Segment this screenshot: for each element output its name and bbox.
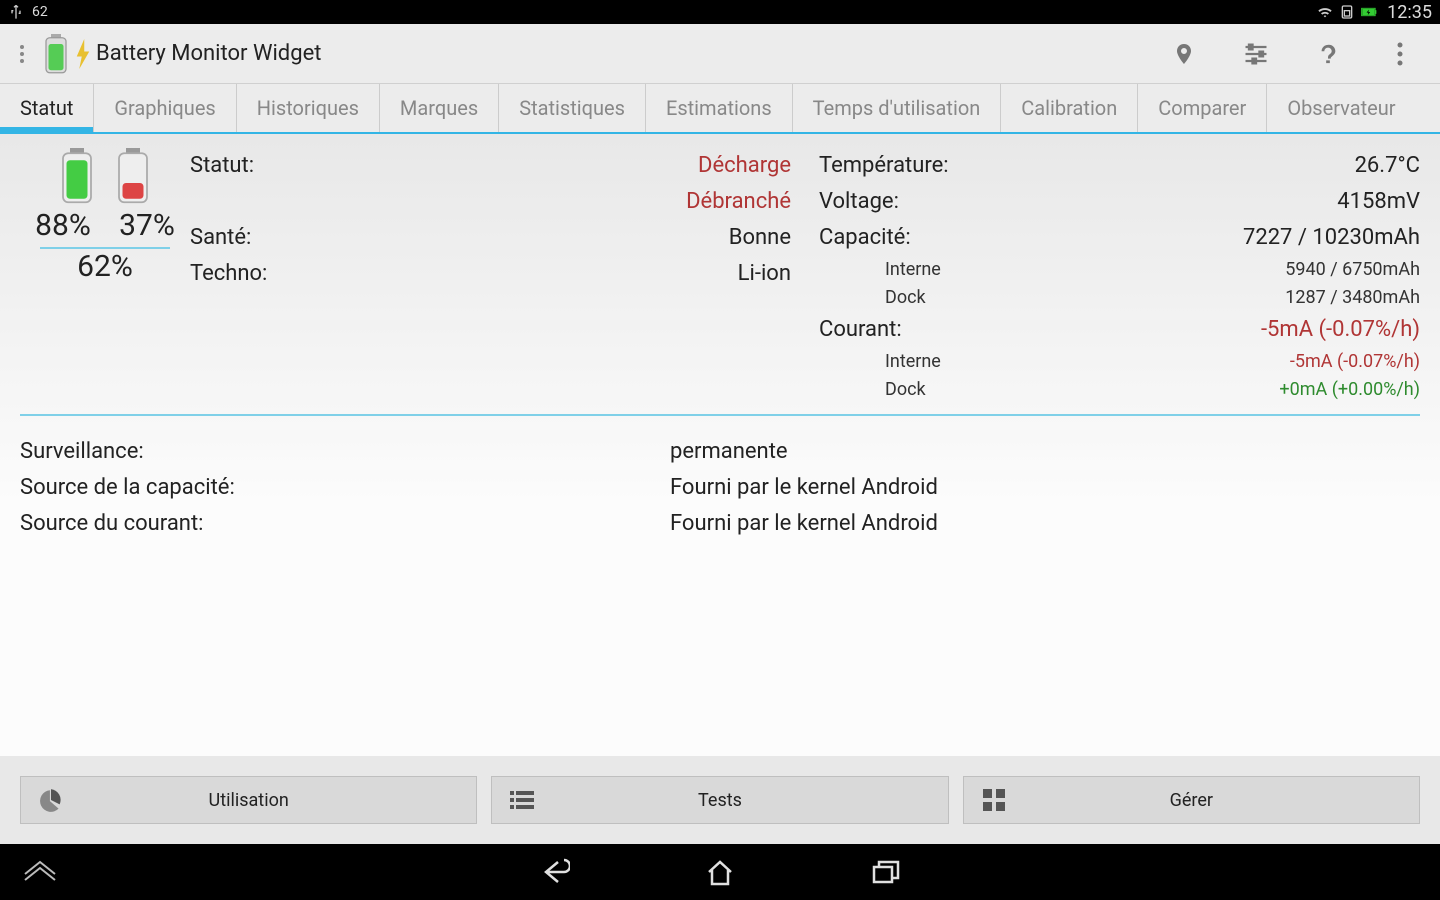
temp-label: Température:	[819, 148, 961, 184]
app-bolt-icon	[76, 39, 90, 69]
tab-graphiques[interactable]: Graphiques	[94, 84, 236, 132]
tests-button[interactable]: Tests	[491, 776, 948, 824]
status-temperature: 62	[32, 4, 48, 20]
cur-dock-label: Dock	[819, 376, 926, 404]
tab-bar: StatutGraphiquesHistoriquesMarquesStatis…	[0, 84, 1440, 132]
tech-label: Techno:	[190, 256, 279, 292]
pie-chart-icon	[37, 786, 65, 814]
volt-label: Voltage:	[819, 184, 911, 220]
navigation-bar	[0, 844, 1440, 900]
battery-dock-percent: 37%	[112, 208, 182, 243]
app-bar: Battery Monitor Widget	[0, 24, 1440, 84]
cap-int-value: 5940 / 6750mAh	[1285, 256, 1420, 284]
settings-sliders-button[interactable]	[1236, 34, 1276, 74]
volt-value: 4158mV	[1337, 184, 1420, 220]
cur-value: -5mA (-0.07%/h)	[1261, 312, 1420, 348]
tab-statistiques[interactable]: Statistiques	[499, 84, 646, 132]
cap-dock-label: Dock	[819, 284, 926, 312]
battery-internal-icon	[59, 148, 95, 204]
tests-label: Tests	[698, 790, 742, 811]
cur-int-label: Interne	[819, 348, 941, 376]
utilisation-button[interactable]: Utilisation	[20, 776, 477, 824]
status-value: Décharge	[698, 148, 791, 184]
cur-dock-value: +0mA (+0.00%/h)	[1279, 376, 1420, 404]
manage-label: Gérer	[1170, 790, 1213, 811]
utilisation-label: Utilisation	[209, 790, 289, 811]
app-title: Battery Monitor Widget	[96, 41, 321, 66]
cur-label: Courant:	[819, 312, 914, 348]
sim-icon	[1339, 4, 1355, 20]
battery-total-percent: 62%	[77, 249, 133, 284]
cap-dock-value: 1287 / 3480mAh	[1285, 284, 1420, 312]
status-bar: 62 12:35	[0, 0, 1440, 24]
recents-button[interactable]	[868, 854, 904, 890]
tab-temps-d-utilisation[interactable]: Temps d'utilisation	[793, 84, 1002, 132]
battery-dock-icon	[115, 148, 151, 204]
health-value: Bonne	[729, 220, 791, 256]
status-clock: 12:35	[1387, 2, 1432, 23]
surveillance-label: Surveillance:	[20, 434, 670, 470]
temp-value: 26.7°C	[1355, 148, 1420, 184]
usb-icon	[8, 4, 24, 20]
tab-calibration[interactable]: Calibration	[1001, 84, 1138, 132]
tab-statut[interactable]: Statut	[0, 84, 94, 132]
current-source-label: Source du courant:	[20, 506, 670, 542]
tab-marques[interactable]: Marques	[380, 84, 499, 132]
battery-summary: 88% 37% 62%	[20, 148, 190, 404]
app-battery-icon	[42, 34, 70, 74]
cap-value: 7227 / 10230mAh	[1243, 220, 1420, 256]
drawer-icon[interactable]	[12, 45, 32, 63]
tab-observateur[interactable]: Observateur	[1267, 84, 1415, 132]
plug-value: Débranché	[686, 184, 791, 220]
battery-internal-percent: 88%	[28, 208, 98, 243]
content-area: 88% 37% 62% Statut: Décharge Débranché Sa…	[0, 134, 1440, 756]
location-button[interactable]	[1164, 34, 1204, 74]
cur-int-value: -5mA (-0.07%/h)	[1290, 348, 1420, 376]
health-label: Santé:	[190, 220, 263, 256]
recent-home-indicator-icon[interactable]	[22, 854, 58, 890]
tab-comparer[interactable]: Comparer	[1138, 84, 1267, 132]
tech-value: Li-ion	[738, 256, 791, 292]
help-button[interactable]	[1308, 34, 1348, 74]
home-button[interactable]	[702, 854, 738, 890]
current-source-value: Fourni par le kernel Android	[670, 506, 1420, 542]
cap-label: Capacité:	[819, 220, 923, 256]
bottom-button-bar: Utilisation Tests Gérer	[0, 756, 1440, 844]
battery-charging-icon	[1361, 4, 1377, 20]
manage-button[interactable]: Gérer	[963, 776, 1420, 824]
back-button[interactable]	[536, 854, 572, 890]
wifi-icon	[1317, 4, 1333, 20]
capacity-source-label: Source de la capacité:	[20, 470, 670, 506]
cap-int-label: Interne	[819, 256, 941, 284]
capacity-source-value: Fourni par le kernel Android	[670, 470, 1420, 506]
overflow-menu-button[interactable]	[1380, 34, 1420, 74]
status-label: Statut:	[190, 148, 266, 184]
tab-historiques[interactable]: Historiques	[237, 84, 380, 132]
tab-estimations[interactable]: Estimations	[646, 84, 793, 132]
list-icon	[508, 786, 536, 814]
grid-icon	[980, 786, 1008, 814]
surveillance-value: permanente	[670, 434, 1420, 470]
